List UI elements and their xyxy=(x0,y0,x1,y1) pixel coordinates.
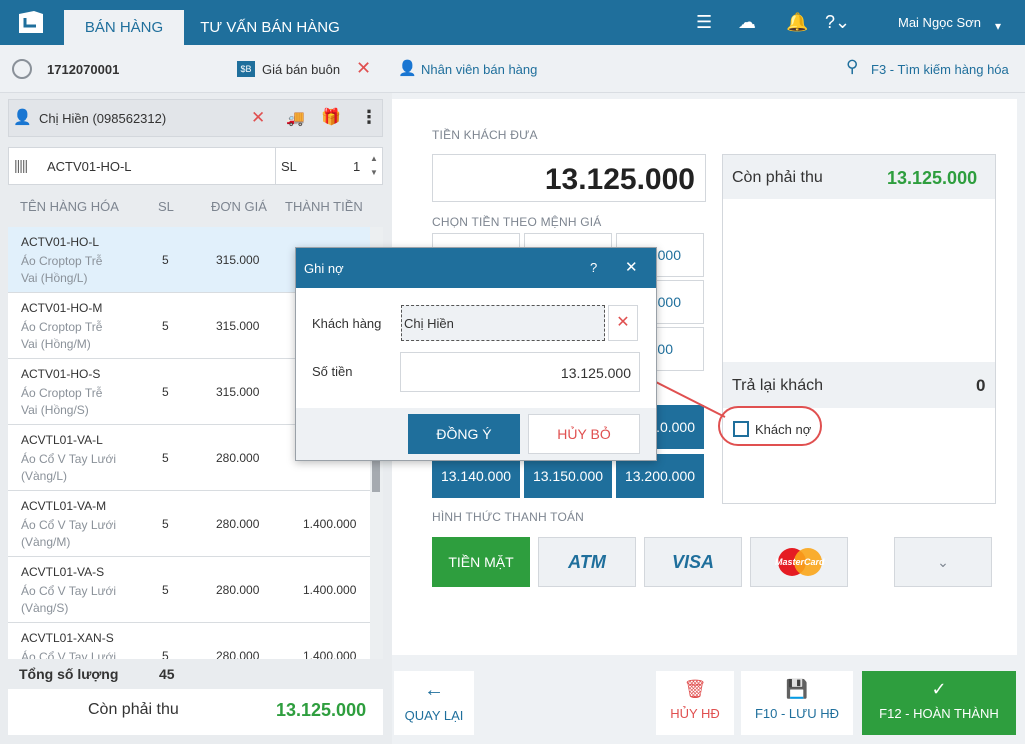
denomination-label: CHỌN TIỀN THEO MỆNH GIÁ xyxy=(432,215,602,229)
dialog-footer: ĐỒNG Ý HỦY BỎ xyxy=(296,408,656,460)
gift-icon[interactable]: 🎁 xyxy=(321,107,341,127)
amount-field-label: Số tiền xyxy=(312,364,353,379)
check-icon: ✓ xyxy=(931,679,947,699)
col-name: TÊN HÀNG HÓA xyxy=(20,199,119,214)
total-qty-row: Tổng số lượng 45 xyxy=(8,661,383,687)
mastercard-payment-button[interactable]: MasterCard xyxy=(750,537,848,587)
table-row[interactable]: ACVTL01-VA-M Áo Cổ V Tay Lưới (Vàng/M) 5 28… xyxy=(8,491,370,557)
dialog-header: Ghi nợ ? ✕ xyxy=(296,248,656,288)
cancel-invoice-button[interactable]: 🗑 HỦY HĐ xyxy=(656,671,734,735)
amount-due-label: Còn phải thu xyxy=(88,701,179,718)
invoice-bar: 1712070001 $B Giá bán buôn ✕ 👤 Nhân viên… xyxy=(0,45,1025,93)
dialog-title: Ghi nợ xyxy=(304,261,344,276)
customer-name: Chị Hiền (098562312) xyxy=(39,111,167,126)
dialog-help-icon[interactable]: ? xyxy=(590,260,597,275)
col-total: THÀNH TIỀN xyxy=(285,199,363,214)
total-qty-value: 45 xyxy=(159,666,175,682)
tab-ban-hang[interactable]: BÁN HÀNG xyxy=(64,10,184,45)
col-price: ĐƠN GIÁ xyxy=(211,199,267,214)
invoice-number: 1712070001 xyxy=(47,62,120,77)
amount-field[interactable]: 13.125.000 xyxy=(400,352,640,392)
qty-input[interactable]: 1 xyxy=(353,159,360,174)
remove-customer-icon[interactable]: ✕ xyxy=(251,108,265,128)
table-row[interactable]: ACVTL01-VA-S Áo Cổ V Tay Lưới (Vàng/S) 5 28… xyxy=(8,557,370,623)
more-payment-methods-button[interactable]: ⌄ xyxy=(894,537,992,587)
user-name[interactable]: Mai Ngọc Sơn xyxy=(898,15,981,30)
table-header: TÊN HÀNG HÓA SL ĐƠN GIÁ THÀNH TIỀN xyxy=(8,189,383,225)
top-bar: BÁN HÀNG TƯ VẤN BÁN HÀNG ☰ ☁ 🔔 ?⌄ Mai Ng… xyxy=(0,0,1025,45)
help-icon[interactable]: ?⌄ xyxy=(825,12,850,32)
cash-payment-button[interactable]: TIỀN MẶT xyxy=(432,537,530,587)
cash-given-input[interactable]: 13.125.000 xyxy=(432,154,706,202)
price-list-icon: $B xyxy=(237,61,255,77)
change-value: 0 xyxy=(976,376,986,395)
summary-due-value: 13.125.000 xyxy=(887,168,978,188)
tab-tu-van-ban-hang[interactable]: TƯ VẤN BÁN HÀNG xyxy=(190,10,350,45)
remove-price-list-icon[interactable]: ✕ xyxy=(356,58,371,79)
qty-label: SL xyxy=(281,159,297,174)
qty-stepper[interactable]: ▲ ▼ xyxy=(370,152,378,180)
trash-icon: 🗑 xyxy=(683,679,707,699)
user-icon: 👤 xyxy=(13,109,32,126)
arrow-left-icon: ← xyxy=(424,679,444,701)
amount-due-box: Còn phải thu 13.125.000 xyxy=(8,689,383,735)
customer-field[interactable]: Chị Hiền xyxy=(401,305,605,341)
bell-icon[interactable]: 🔔 xyxy=(786,12,808,32)
item-search-input[interactable]: ACTV01-HO-L xyxy=(47,159,132,174)
save-invoice-button[interactable]: 💾 F10 - LƯU HĐ xyxy=(741,671,853,735)
annotation-highlight xyxy=(718,406,822,446)
table-row[interactable]: ACVTL01-XAN-S Áo Cổ V Tay Lưới 5 280.000 1.4… xyxy=(8,623,370,659)
back-button[interactable]: ← QUAY LẠI xyxy=(394,671,474,735)
customer-field-label: Khách hàng xyxy=(312,316,382,331)
chevron-down-icon[interactable]: ▾ xyxy=(995,16,1001,36)
amount-due-value: 13.125.000 xyxy=(276,700,367,720)
price-list[interactable]: Giá bán buôn xyxy=(262,62,340,77)
summary-due-label: Còn phải thu xyxy=(732,169,823,186)
chevron-down-icon: ⌄ xyxy=(937,554,949,570)
col-qty: SL xyxy=(158,199,174,214)
staff-select[interactable]: Nhân viên bán hàng xyxy=(421,62,537,77)
close-icon[interactable]: ✕ xyxy=(625,258,638,276)
cash-given-label: TIỀN KHÁCH ĐƯA xyxy=(432,128,538,142)
barcode-icon: ||||| xyxy=(14,157,28,173)
total-qty-label: Tổng số lượng xyxy=(19,666,119,682)
change-label: Trả lại khách xyxy=(732,377,823,394)
menu-icon[interactable]: ☰ xyxy=(696,12,712,32)
cancel-dialog-button[interactable]: HỦY BỎ xyxy=(528,414,640,454)
complete-button[interactable]: ✓ F12 - HOÀN THÀNH xyxy=(862,671,1016,735)
action-bar: ← QUAY LẠI 🗑 HỦY HĐ 💾 F10 - LƯU HĐ ✓ F12… xyxy=(392,661,1025,744)
app-logo-icon xyxy=(19,11,43,33)
visa-payment-button[interactable]: VISA xyxy=(644,537,742,587)
more-options-icon[interactable]: ⋮ xyxy=(360,107,378,128)
atm-payment-button[interactable]: ATM xyxy=(538,537,636,587)
staff-icon: 👤 xyxy=(398,60,417,77)
payment-method-label: HÌNH THỨC THANH TOÁN xyxy=(432,510,585,524)
delivery-truck-icon[interactable]: 🚚 xyxy=(286,109,305,127)
clear-customer-icon[interactable]: ✕ xyxy=(608,305,638,341)
item-search-row: ||||| ACTV01-HO-L SL 1 ▲ ▼ xyxy=(8,147,383,185)
save-icon: 💾 xyxy=(785,679,809,699)
summary-box: Còn phải thu 13.125.000 Trả lại khách 0 … xyxy=(722,154,996,504)
product-search-link[interactable]: F3 - Tìm kiếm hàng hóa xyxy=(871,62,1009,77)
cart-icon xyxy=(12,59,32,79)
cloud-sync-icon[interactable]: ☁ xyxy=(738,12,756,32)
debt-dialog: Ghi nợ ? ✕ Khách hàng Chị Hiền ✕ Số tiền… xyxy=(295,247,657,461)
search-icon[interactable]: ⚲ xyxy=(846,57,858,77)
confirm-button[interactable]: ĐỒNG Ý xyxy=(408,414,520,454)
